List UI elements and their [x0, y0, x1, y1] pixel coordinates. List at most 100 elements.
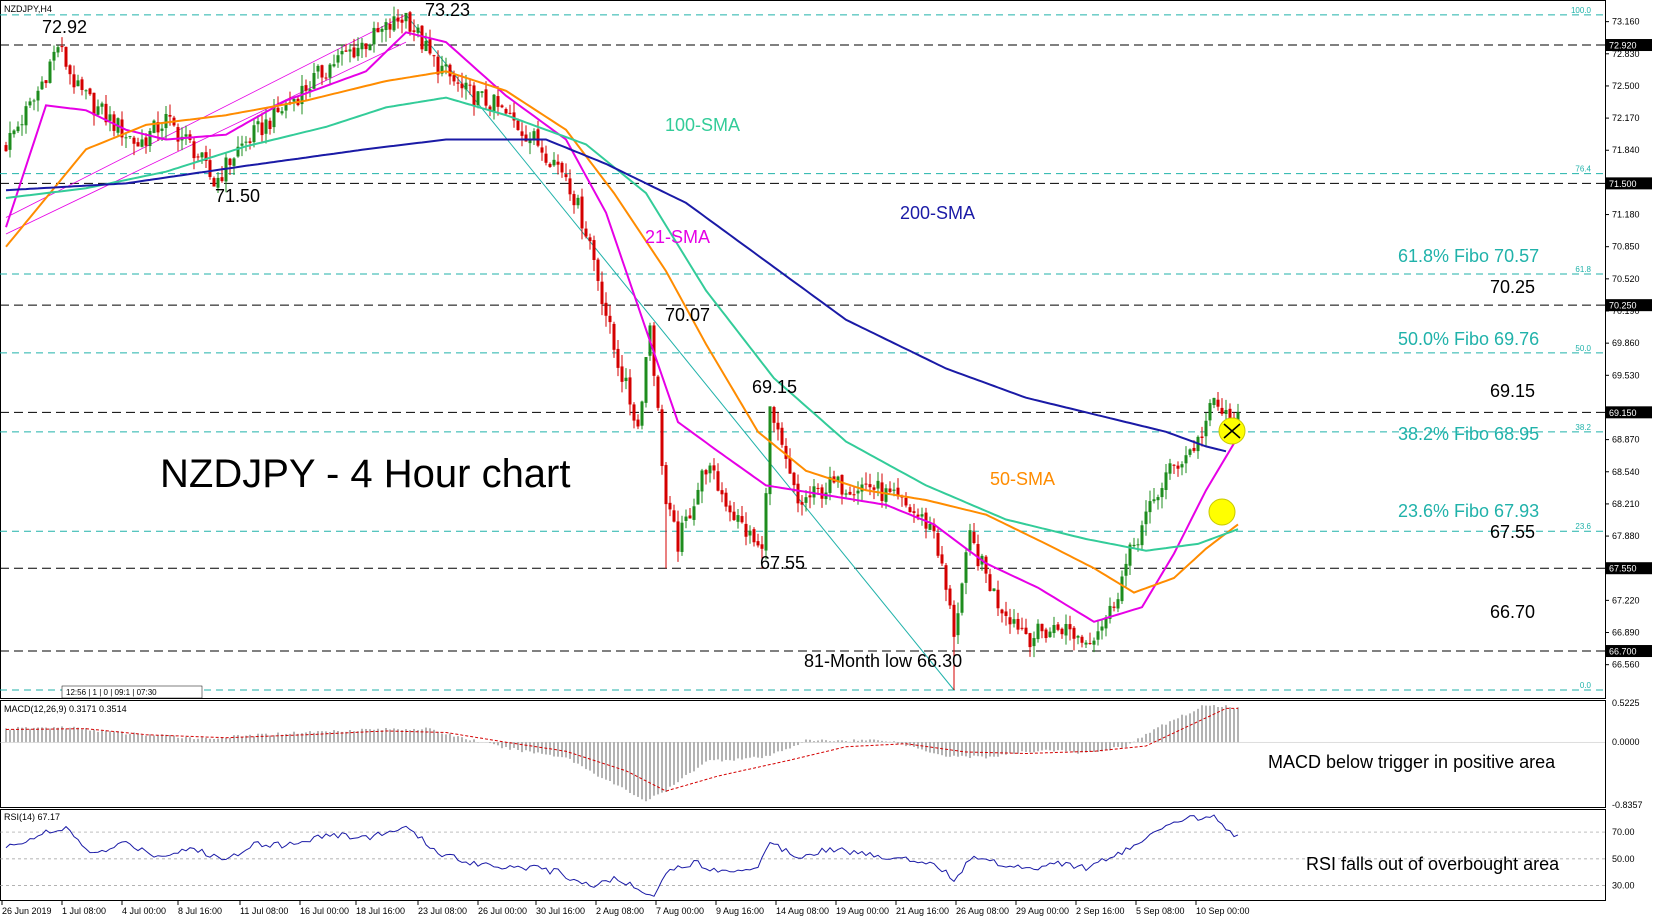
candle-body — [676, 521, 680, 552]
candle-body — [72, 74, 76, 88]
x-tick-label: 26 Aug 08:00 — [956, 906, 1009, 916]
candle-body — [148, 130, 152, 147]
fibo-label: 23.6% Fibo 67.93 — [1398, 501, 1539, 521]
candle-body — [1176, 465, 1180, 469]
x-tick-label: 4 Jul 00:00 — [122, 906, 166, 916]
rsi-annotation: RSI falls out of overbought area — [1306, 854, 1560, 874]
candle-body — [976, 544, 980, 567]
candle-body — [76, 80, 80, 87]
candle-body — [964, 552, 968, 583]
x-tick-label: 29 Aug 00:00 — [1016, 906, 1069, 916]
candle-body — [936, 533, 940, 556]
candle-body — [780, 427, 784, 445]
candle-body — [948, 588, 952, 606]
x-tick-label: 2 Sep 16:00 — [1076, 906, 1125, 916]
candle-body — [1220, 407, 1224, 414]
candle-body — [192, 141, 196, 159]
candle-body — [1008, 617, 1012, 625]
candle-body — [600, 281, 604, 305]
fibo-tag: 0.0 — [1580, 681, 1592, 690]
candle-body — [260, 122, 264, 136]
candle-body — [144, 137, 148, 146]
candle-body — [480, 91, 484, 93]
candle-body — [1200, 436, 1204, 438]
x-tick-label: 14 Aug 08:00 — [776, 906, 829, 916]
candle-body — [544, 153, 548, 163]
candle-body — [168, 115, 172, 117]
candle-body — [1216, 399, 1220, 407]
candle-body — [604, 302, 608, 316]
x-tick-label: 26 Jun 2019 — [2, 906, 52, 916]
fibo-tag: 38.2 — [1575, 423, 1591, 432]
candle-body — [412, 30, 416, 32]
x-tick-label: 18 Jul 16:00 — [356, 906, 405, 916]
candle-body — [1004, 611, 1008, 616]
candle-body — [816, 487, 820, 489]
candle-body — [128, 136, 132, 138]
candle-body — [664, 465, 668, 505]
candle-body — [248, 141, 252, 143]
candle-body — [88, 88, 92, 95]
chart-annotation: 67.55 — [760, 553, 805, 573]
candle-body — [704, 470, 708, 475]
y-tick-label: 66.560 — [1612, 660, 1640, 670]
candle-body — [632, 404, 636, 421]
y-tick-label: 72.500 — [1612, 81, 1640, 91]
candle-body — [336, 55, 340, 63]
candle-body — [388, 23, 392, 30]
candle-body — [240, 143, 244, 146]
candle-body — [1088, 643, 1092, 645]
x-tick-label: 8 Jul 16:00 — [178, 906, 222, 916]
x-tick-label: 23 Jul 08:00 — [418, 906, 467, 916]
candle-body — [708, 465, 712, 474]
candle-body — [804, 497, 808, 503]
candle-body — [232, 158, 236, 166]
candle-body — [536, 129, 540, 146]
symbol-label: NZDJPY,H4 — [4, 4, 52, 14]
y-tick-label: 70.520 — [1612, 274, 1640, 284]
chart-annotation: 50-SMA — [990, 469, 1055, 489]
candle-body — [264, 119, 268, 134]
candle-body — [84, 90, 88, 92]
candle-body — [1164, 472, 1168, 490]
candle-body — [200, 152, 204, 158]
x-tick-label: 7 Aug 00:00 — [656, 906, 704, 916]
candle-body — [1148, 501, 1152, 513]
candle-body — [552, 159, 556, 166]
candle-body — [96, 106, 100, 115]
candle-body — [456, 82, 460, 84]
candle-body — [1084, 642, 1088, 645]
candle-body — [60, 46, 64, 48]
chart-annotation: 69.15 — [752, 377, 797, 397]
fibo-label: 38.2% Fibo 68.95 — [1398, 424, 1539, 444]
candle-body — [1152, 499, 1156, 502]
candle-body — [532, 131, 536, 140]
y-tick-label: 67.880 — [1612, 531, 1640, 541]
candle-body — [460, 83, 464, 89]
candle-body — [944, 565, 948, 590]
candle-body — [324, 77, 328, 79]
candle-body — [856, 490, 860, 494]
candle-body — [656, 376, 660, 408]
candle-body — [424, 40, 428, 52]
x-tick-label: 11 Jul 08:00 — [240, 906, 288, 916]
candle-body — [852, 494, 856, 496]
candle-body — [884, 488, 888, 502]
candle-body — [1048, 631, 1052, 638]
candle-body — [844, 493, 848, 495]
candle-body — [108, 114, 112, 121]
candle-body — [952, 604, 956, 637]
candle-body — [360, 42, 364, 50]
candle-body — [1040, 623, 1044, 632]
chart-root: 73.16072.83072.50072.17071.84071.51071.1… — [0, 0, 1673, 919]
candle-body — [368, 44, 372, 51]
candle-body — [320, 65, 324, 78]
candle-body — [100, 103, 104, 107]
candle-body — [1012, 619, 1016, 624]
y-tick-label: 68.540 — [1612, 467, 1640, 477]
candle-body — [1228, 408, 1232, 419]
candle-body — [184, 134, 188, 137]
candle-body — [592, 240, 596, 260]
candle-body — [560, 162, 564, 173]
candle-body — [1000, 609, 1004, 614]
